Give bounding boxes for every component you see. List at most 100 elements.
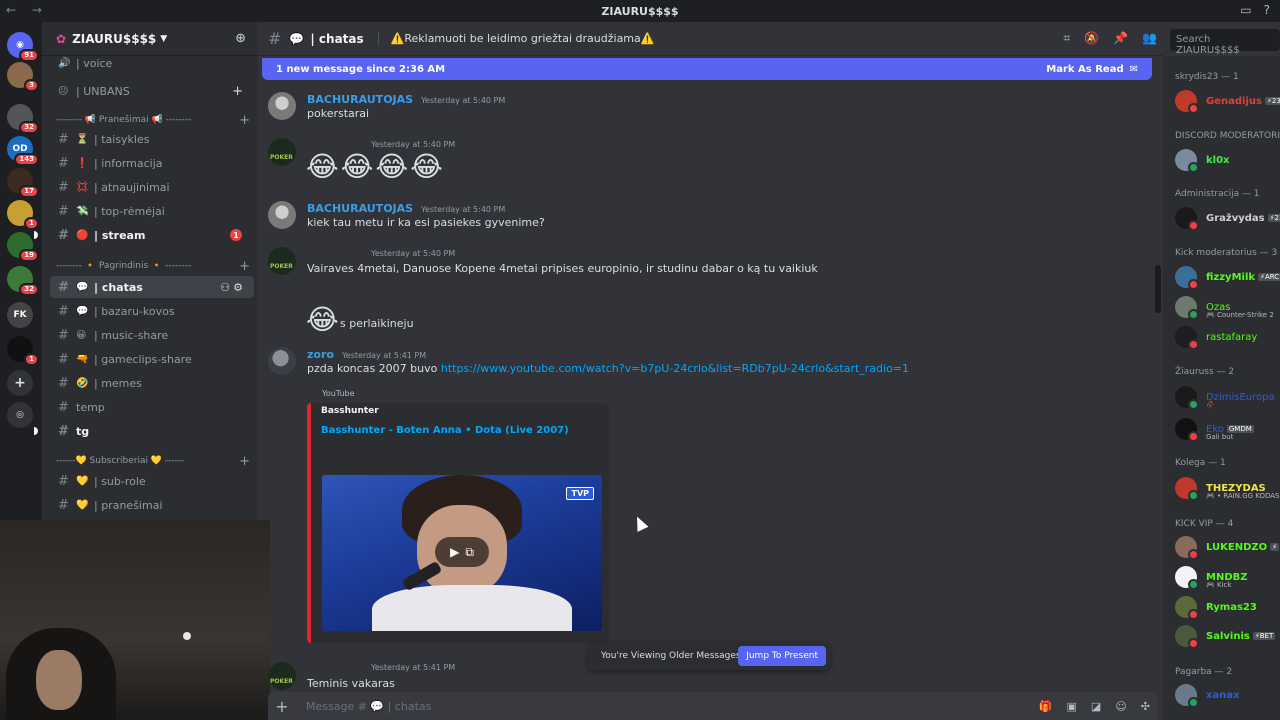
member-item[interactable]: Gražvydas⚡23 (1175, 205, 1280, 231)
youtube-link[interactable]: https://www.youtube.com/watch?v=b7pU-24c… (441, 362, 909, 375)
avatar[interactable] (268, 347, 296, 375)
channel-chatas[interactable]: # 💬 | chatas ⚇⚙ (50, 276, 254, 298)
channel-voice[interactable]: 🔊 | voice (50, 52, 254, 74)
channel-sub-role[interactable]: # 💛 | sub-role (50, 470, 254, 492)
hash-icon: # (58, 399, 69, 415)
invite-people-icon[interactable]: ⊕ (235, 31, 246, 46)
avatar[interactable] (268, 247, 296, 275)
avatar[interactable] (268, 201, 296, 229)
server-badge: 1 (24, 217, 39, 230)
member-item[interactable]: MNDBZ 🎮 Kick (1175, 564, 1280, 590)
mute-bell-icon[interactable]: 🔕 (1084, 31, 1099, 46)
member-item[interactable]: Salvinis ⚡BET (1175, 623, 1280, 649)
server-icon[interactable]: 17 (7, 168, 39, 198)
emoji-icon: ⏳ (76, 133, 89, 145)
explore-icon[interactable]: ◎ (7, 402, 33, 428)
pin-icon[interactable]: 📌 (1113, 31, 1128, 46)
emoji-picker-icon[interactable]: ☺ (1115, 700, 1126, 713)
inbox-icon[interactable]: ▭ (1240, 3, 1251, 17)
chat-scrollbar[interactable] (1155, 265, 1161, 313)
member-item[interactable]: THEZYDAS 🎮 • RAIN.GG KODAS (1175, 475, 1280, 501)
channel-unbans[interactable]: 😐 | UNBANS + (50, 80, 254, 102)
channel-tg[interactable]: # tg (50, 420, 254, 442)
video-thumbnail[interactable]: TVP ▶ ⧉ (322, 475, 602, 631)
channel-settings-icon[interactable]: ⚇⚙ (220, 281, 246, 294)
embed-author[interactable]: Basshunter (321, 406, 379, 416)
channel-top-remejai[interactable]: # 💸 | top-rėmėjai (50, 200, 254, 222)
add-channel-icon[interactable]: + (239, 454, 250, 469)
channel-topic[interactable]: ⚠️Reklamuoti be leidimo griežtai draudži… (377, 32, 654, 45)
member-item[interactable]: LUKENDZO ⚡ (1175, 534, 1280, 560)
gift-icon[interactable]: 🎁 (1039, 700, 1053, 713)
hash-icon: # (58, 473, 69, 489)
add-channel-icon[interactable]: + (239, 259, 250, 274)
channel-taisykles[interactable]: # ⏳ | taisykles (50, 128, 254, 150)
server-icon[interactable]: 19 (7, 232, 39, 262)
sticker-icon[interactable]: ◪ (1091, 700, 1101, 713)
header-tools: ⌗ 🔕 📌 👥 (1063, 31, 1157, 46)
avatar (1175, 326, 1199, 350)
member-item[interactable]: Eko GMDM Gali but (1175, 416, 1280, 442)
embed-title[interactable]: Basshunter - Boten Anna • Dota (Live 200… (321, 425, 569, 436)
server-icon[interactable]: 32 (7, 104, 39, 134)
channel-temp[interactable]: # temp (50, 396, 254, 418)
play-button[interactable]: ▶ ⧉ (435, 537, 489, 567)
channel-atnaujinimai[interactable]: # 💢 | atnaujinimai (50, 176, 254, 198)
avatar[interactable] (268, 92, 296, 120)
avatar[interactable] (268, 662, 296, 690)
new-messages-bar[interactable]: 1 new message since 2:36 AM Mark As Read… (262, 58, 1152, 80)
message-author[interactable]: zoro (307, 348, 334, 361)
channel-memes[interactable]: # 🤣 | memes (50, 372, 254, 394)
hash-icon: # (58, 423, 69, 439)
server-icon[interactable]: FK (7, 302, 33, 328)
category-subscriberiai[interactable]: ------💛 Subscriberiai 💛 ------ + (56, 453, 256, 469)
avatar (1175, 596, 1199, 620)
member-item[interactable]: Rymas23 (1175, 594, 1280, 620)
webcam-overlay (0, 520, 270, 720)
channel-informacija[interactable]: # ❗ | informacija (50, 152, 254, 174)
category-pranesimai[interactable]: -------- 📢 Pranešimai 📢 -------- + (56, 112, 256, 128)
member-item[interactable]: rastafaray (1175, 324, 1280, 350)
mark-as-read-button[interactable]: Mark As Read (1046, 64, 1123, 75)
member-item[interactable]: fizzyMilk ⚡ARC (1175, 264, 1280, 290)
channel-bazaru-kovos[interactable]: # 💬 | bazaru-kovos (50, 300, 254, 322)
gif-icon[interactable]: ▣ (1067, 700, 1077, 713)
channel-gameclips-share[interactable]: # 🔫 | gameclips-share (50, 348, 254, 370)
server-header[interactable]: ✿ ZIAURU$$$$ ▼ ⊕ (42, 22, 258, 56)
direct-messages-icon[interactable]: ◉ 91 (7, 32, 39, 62)
message-author[interactable]: BACHURAUTOJAS (307, 202, 413, 215)
message-composer[interactable]: + Message # 💬 | chatas 🎁 ▣ ◪ ☺ ✣ (268, 692, 1158, 720)
message-input[interactable]: Message # 💬 | chatas (306, 700, 431, 713)
member-list-icon[interactable]: 👥 (1142, 31, 1157, 46)
member-item[interactable]: kl0x (1175, 147, 1280, 173)
add-channel-icon[interactable]: + (239, 113, 250, 128)
channel-music-share[interactable]: # 😀 | music-share (50, 324, 254, 346)
member-item[interactable]: Ozas 🎮 Counter-Strike 2 (1175, 294, 1280, 320)
channel-label: | gameclips-share (94, 352, 192, 366)
search-input[interactable]: Search ZIAURU$$$$ (1170, 29, 1280, 56)
jump-to-present-button[interactable]: Jump To Present (738, 646, 826, 666)
member-item[interactable]: xanax (1175, 682, 1280, 708)
embed-provider[interactable]: YouTube (322, 389, 355, 398)
add-channel-icon[interactable]: + (232, 84, 246, 99)
message-author[interactable]: BACHURAUTOJAS (307, 93, 413, 106)
member-item[interactable]: Genadijus ⚡23 (1175, 88, 1280, 114)
hash-icon: # (58, 179, 69, 195)
server-icon[interactable]: 1 (7, 336, 39, 366)
attach-plus-icon[interactable]: + (268, 697, 296, 716)
channel-stream[interactable]: # 🔴 | stream 1 (50, 224, 254, 246)
server-icon[interactable]: 32 (7, 266, 39, 296)
category-pagrindinis[interactable]: -------- 🔸 Pagrindinis 🔸 -------- + (56, 258, 256, 274)
threads-icon[interactable]: ⌗ (1063, 31, 1070, 46)
apps-icon[interactable]: ✣ (1141, 700, 1150, 713)
member-tag: ⚡23 (1267, 214, 1280, 222)
help-icon[interactable]: ? (1264, 3, 1270, 17)
member-item[interactable]: DzimisEuropa 🥀 (1175, 384, 1280, 410)
avatar[interactable] (268, 138, 296, 166)
emoji-icon: 💛 (76, 499, 89, 511)
server-icon[interactable]: OD 143 (7, 136, 39, 166)
channel-pranesimai[interactable]: # 💛 | pranešimai (50, 494, 254, 516)
server-icon[interactable]: 1 (7, 200, 39, 230)
server-icon[interactable]: 3 (7, 62, 39, 92)
add-server-icon[interactable]: + (7, 370, 33, 396)
